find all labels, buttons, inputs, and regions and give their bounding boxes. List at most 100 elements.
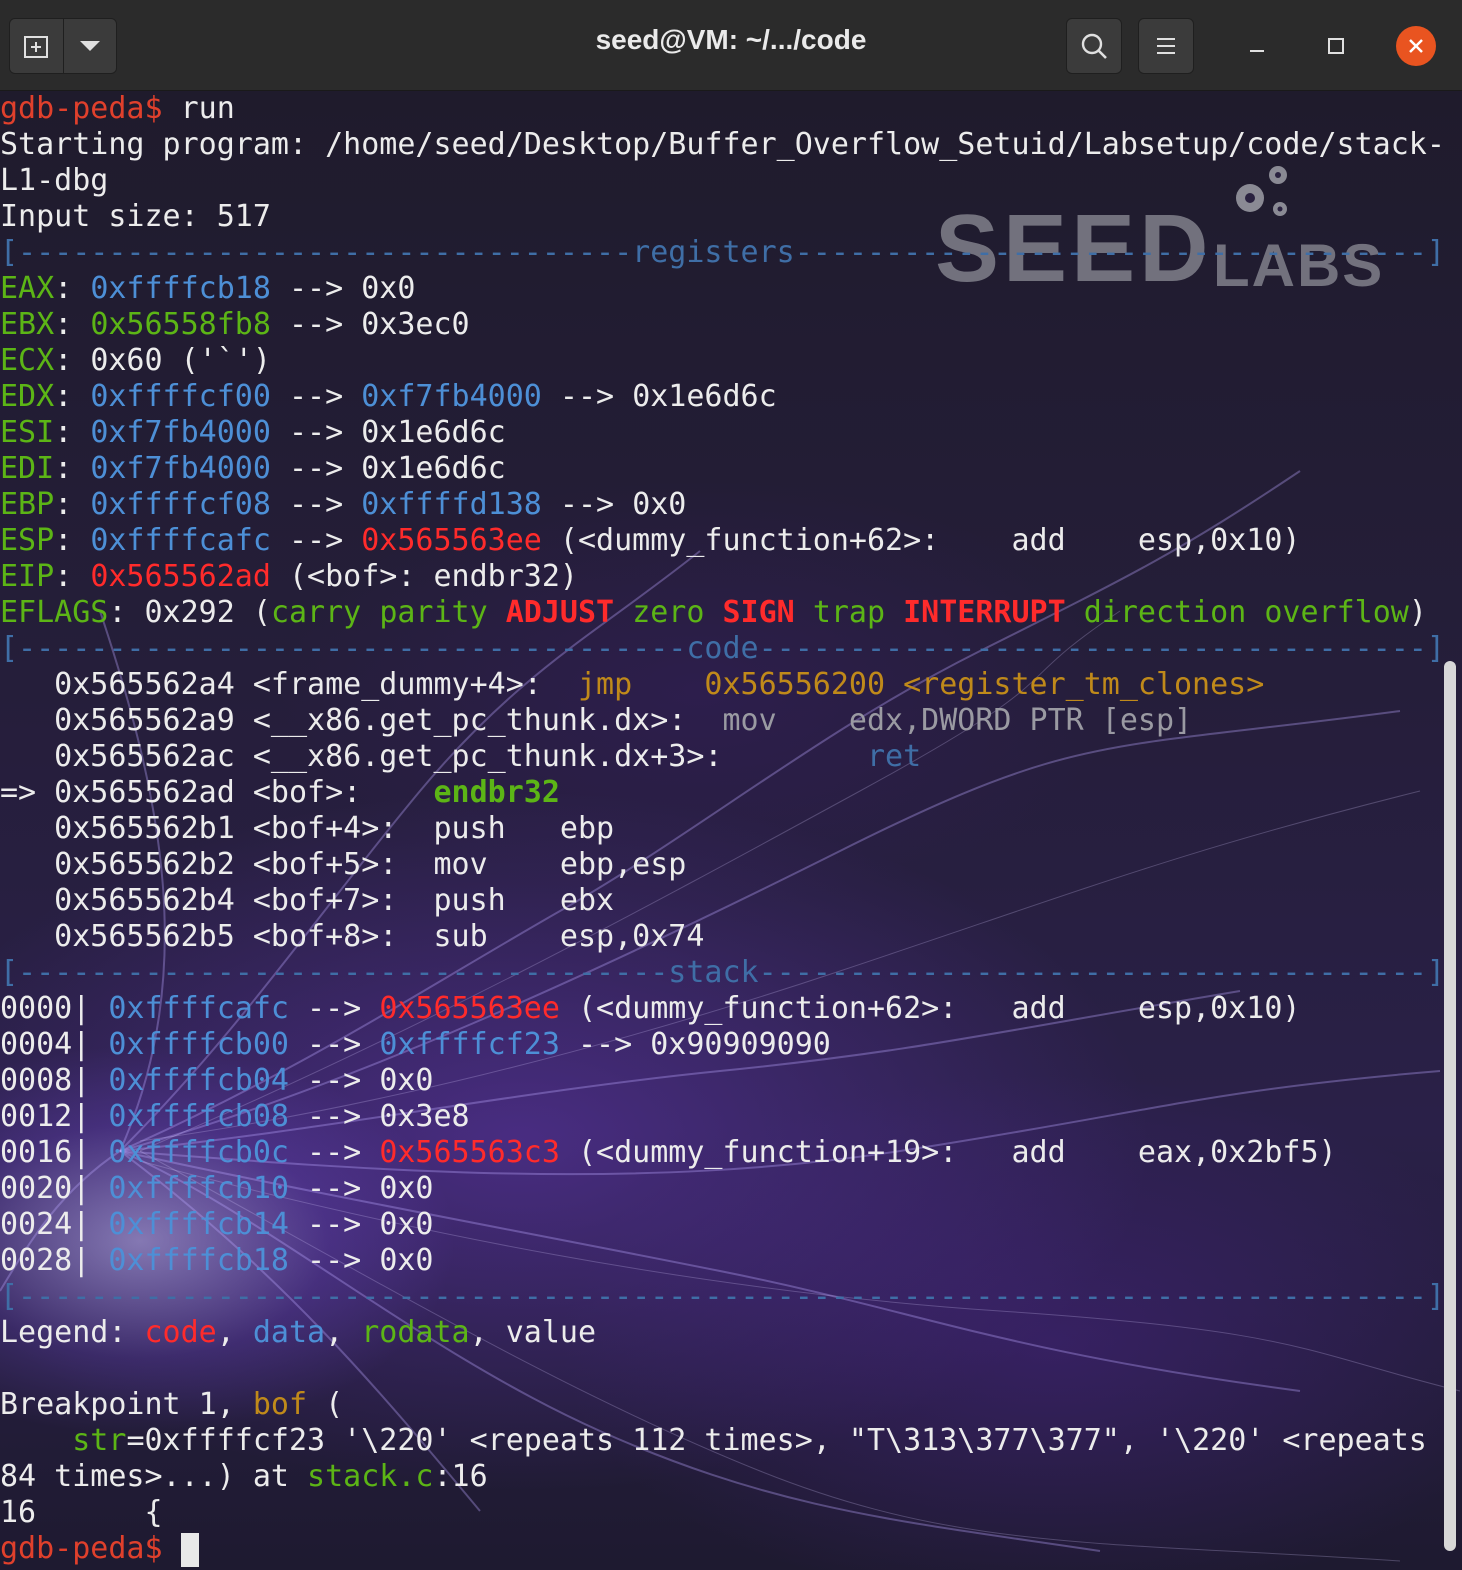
legend-line: Legend: code, data, rodata, value [0, 1315, 596, 1351]
code-line: 0x565562a9 <__x86.get_pc_thunk.dx>: mov … [0, 703, 1192, 739]
flag-interrupt: INTERRUPT [903, 595, 1066, 630]
arrow: --> [289, 1135, 380, 1170]
register-name: EAX [0, 271, 55, 306]
paren: ( [307, 1387, 344, 1422]
prompt: gdb-peda$ [0, 91, 163, 126]
arrow: --> [270, 271, 362, 306]
stack-address: 0xffffcafc [108, 991, 289, 1026]
code-line: 0x565562a4 <frame_dummy+4>: jmp 0x565562… [0, 667, 1264, 703]
flag-sign: SIGN [722, 595, 795, 630]
disassembly: (<bof>: endbr32) [270, 559, 578, 594]
function-name: bof [252, 1387, 308, 1422]
flag-parity: parity [379, 595, 488, 630]
output-line: Starting program: /home/seed/Desktop/Buf… [0, 127, 1445, 162]
gear-icon [1236, 166, 1287, 216]
code-line: 0x565562b2 <bof+5>: mov ebp,esp [0, 847, 686, 883]
code-pointer: 0x565563ee [361, 523, 542, 558]
code-pointer: 0x565563ee [379, 991, 560, 1026]
instruction: jmp 0x56556200 <register_tm_clones> [577, 667, 1265, 702]
param-value: =0xffffcf23 '\220' <repeats 112 times>, … [126, 1423, 1427, 1458]
code-address: 0x565562a4 <frame_dummy+4>: [0, 667, 578, 702]
end-separator: [---------------------------------------… [0, 1279, 1445, 1314]
breakpoint-location-line: 84 times>...) at stack.c:16 [0, 1459, 488, 1495]
source-line: 16 { [0, 1495, 163, 1530]
code-address: 0x565562ac <__x86.get_pc_thunk.dx+3>: [0, 739, 867, 774]
stack-value: (<dummy_function+62>: add esp,0x10) [559, 991, 1301, 1026]
scrollbar[interactable] [1444, 661, 1456, 1551]
register-name: EBX [0, 307, 55, 342]
title-bar: seed@VM: ~/.../code [0, 0, 1462, 91]
value: : 0x292 ( [108, 595, 271, 630]
args-tail: 84 times>...) at [0, 1459, 308, 1494]
stack-value: (<dummy_function+19>: add eax,0x2bf5) [559, 1135, 1337, 1170]
stack-line: 0028| 0xffffcb18 --> 0x0 [0, 1243, 434, 1279]
terminal-window: seed@VM: ~/.../code SEED LABS gdb-peda$ … [0, 0, 1462, 1570]
legend-data: data [252, 1315, 326, 1350]
separator-dashes: [---------------------------------- [0, 235, 633, 270]
stack-offset: 0004| [0, 1027, 109, 1062]
stack-address: 0xffffcb10 [108, 1171, 289, 1206]
register-ebp: EBP: 0xffffcf08 --> 0xffffd138 --> 0x0 [0, 487, 687, 522]
hamburger-menu-icon[interactable] [1138, 18, 1194, 74]
legend-label: Legend: [0, 1315, 145, 1350]
stack-address: 0xffffcb14 [108, 1207, 289, 1242]
cursor[interactable] [180, 1532, 199, 1567]
arrow: --> [289, 1207, 380, 1242]
register-eip: EIP: 0x565562ad (<bof>: endbr32) [0, 559, 578, 594]
search-icon[interactable] [1066, 18, 1122, 74]
separator-dashes: [------------------------------------- [0, 631, 687, 666]
minimize-icon[interactable] [1237, 26, 1277, 66]
arrow: --> [289, 1027, 380, 1062]
flag-adjust: ADJUST [505, 595, 615, 630]
arrow: --> [270, 487, 362, 522]
maximize-icon[interactable] [1316, 26, 1356, 66]
line-number: :16 [433, 1459, 488, 1494]
prompt-line-active[interactable]: gdb-peda$ [0, 1531, 199, 1567]
arrow: --> [270, 379, 362, 414]
register-name: EDX [0, 379, 55, 414]
value: 0x3ec0 [361, 307, 470, 342]
flag-direction: direction [1083, 595, 1247, 630]
code-address: 0x565562a9 <__x86.get_pc_thunk.dx>: [0, 703, 723, 738]
code-line-current: => 0x565562ad <bof>: endbr32 [0, 775, 560, 811]
stack-value: --> 0x90909090 [559, 1027, 831, 1062]
stack-line: 0000| 0xffffcafc --> 0x565563ee (<dummy_… [0, 991, 1300, 1027]
register-value: 0xffffcb18 [90, 271, 271, 306]
breakpoint-text: Breakpoint 1, [0, 1387, 253, 1422]
register-name: EFLAGS [0, 595, 109, 630]
code-address: 0x565562b2 <bof+5>: [0, 847, 434, 882]
register-edi: EDI: 0xf7fb4000 --> 0x1e6d6c [0, 451, 506, 486]
stack-offset: 0008| [0, 1063, 109, 1098]
flag-zero: zero [632, 595, 705, 630]
register-name: EBP [0, 487, 55, 522]
flag-carry: carry [270, 595, 362, 630]
stack-value: 0x0 [379, 1171, 434, 1206]
stack-line: 0024| 0xffffcb14 --> 0x0 [0, 1207, 434, 1243]
arrow: --> [270, 523, 362, 558]
registers-separator: [----------------------------------regis… [0, 235, 1445, 271]
instruction: mov ebp,esp [433, 847, 687, 882]
value: 0x1e6d6c [361, 451, 506, 486]
stack-address: 0xffffcb04 [108, 1063, 289, 1098]
code-address: 0x565562b5 <bof+8>: [0, 919, 434, 954]
stack-value: 0x0 [379, 1243, 434, 1278]
breakpoint-line: Breakpoint 1, bof ( [0, 1387, 343, 1423]
legend-separator: , [325, 1315, 362, 1350]
arrow: --> [541, 487, 633, 522]
code-line: 0x565562ac <__x86.get_pc_thunk.dx+3>: re… [0, 739, 921, 775]
close-icon[interactable] [1396, 26, 1436, 66]
terminal-area[interactable]: SEED LABS gdb-peda$ run Starting program… [0, 91, 1462, 1570]
register-value: 0xffffcafc [90, 523, 271, 558]
register-eax: EAX: 0xffffcb18 --> 0x0 [0, 271, 416, 306]
legend-separator: , [469, 1315, 506, 1350]
breakpoint-args-line: str=0xffffcf23 '\220' <repeats 112 times… [0, 1423, 1427, 1459]
register-ecx: ECX: 0x60 ('`') [0, 343, 271, 378]
stack-line: 0012| 0xffffcb08 --> 0x3e8 [0, 1099, 470, 1135]
stack-line: 0016| 0xffffcb0c --> 0x565563c3 (<dummy_… [0, 1135, 1337, 1171]
register-esp: ESP: 0xffffcafc --> 0x565563ee (<dummy_f… [0, 523, 1301, 558]
legend-code: code [144, 1315, 217, 1350]
arrow: --> [289, 1243, 380, 1278]
legend-separator: , [216, 1315, 253, 1350]
value: 0x1e6d6c [632, 379, 777, 414]
